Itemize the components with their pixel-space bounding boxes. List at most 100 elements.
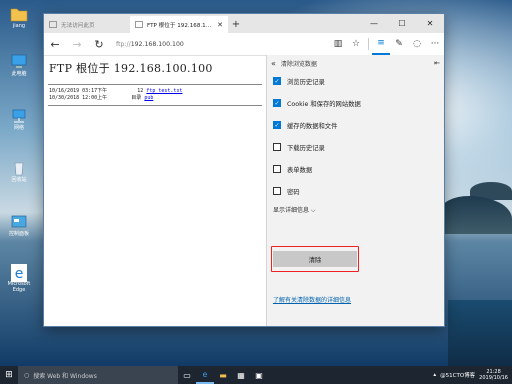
- share-icon[interactable]: ◌: [408, 33, 426, 55]
- option-passwords[interactable]: 密码: [267, 180, 444, 202]
- entry-time: 12:00上午: [82, 95, 108, 101]
- clock[interactable]: 21:28 2019/10/16: [479, 369, 508, 381]
- desktop-icon-label: 回收站: [11, 177, 27, 183]
- forward-button[interactable]: →: [66, 33, 88, 55]
- desktop-icon-label: 网络: [13, 125, 24, 131]
- desktop-icon-control-panel[interactable]: 控制面板: [4, 214, 34, 237]
- watermark-text: @51CTO博客: [440, 373, 476, 379]
- search-icon: ○: [24, 371, 30, 379]
- new-tab-button[interactable]: +: [228, 16, 244, 33]
- web-note-icon[interactable]: ✎: [390, 33, 408, 55]
- desktop-icon-label: 此电脑: [11, 71, 27, 77]
- reading-view-icon[interactable]: ▥: [329, 33, 347, 55]
- show-details-link[interactable]: 显示详细信息 ⌵: [267, 205, 444, 215]
- edge-icon: e: [10, 264, 28, 282]
- clear-browsing-data-panel: « 清除浏览数据 ⇤ ✓ 浏览历史记录 ✓ Cookie 和保存的网站数据 ✓ …: [266, 55, 444, 326]
- option-browsing-history[interactable]: ✓ 浏览历史记录: [267, 70, 444, 92]
- option-form-data[interactable]: 表单数据: [267, 158, 444, 180]
- learn-more-link[interactable]: 了解有关清除数据的详细信息: [273, 295, 351, 304]
- search-placeholder: 搜索 Web 和 Windows: [33, 372, 97, 380]
- tab-cannot-reach[interactable]: 无法访问此页: [44, 16, 130, 33]
- favorite-star-icon[interactable]: ☆: [347, 33, 365, 55]
- svg-text:e: e: [15, 266, 24, 282]
- system-tray: ▴ @51CTO博客 21:28 2019/10/16: [433, 369, 512, 381]
- entry-time: 03:17下午: [82, 88, 108, 94]
- desktop-icon-edge[interactable]: e Microsoft Edge: [4, 264, 34, 293]
- clock-date: 2019/10/16: [479, 375, 508, 381]
- edge-taskbar-icon[interactable]: e: [196, 366, 214, 384]
- terminal-icon[interactable]: ▣: [250, 366, 268, 384]
- tab-label: FTP 根位于 192.168.100.1: [147, 22, 214, 29]
- address-input[interactable]: ftp://192.168.100.100: [110, 33, 329, 55]
- toolbar-separator: [368, 38, 369, 50]
- desktop-icon-recycle-bin[interactable]: 回收站: [4, 160, 34, 183]
- option-label: Cookie 和保存的网站数据: [287, 100, 361, 108]
- more-icon[interactable]: ···: [426, 33, 444, 55]
- page-title: FTP 根位于 192.168.100.100: [49, 62, 213, 75]
- store-icon[interactable]: ▦: [232, 366, 250, 384]
- page-icon: [135, 21, 143, 28]
- island-shape: [440, 196, 512, 234]
- address-protocol: ftp://: [116, 40, 131, 48]
- water-shape: [448, 300, 512, 366]
- option-label: 浏览历史记录: [287, 78, 325, 86]
- option-label: 表单数据: [287, 166, 313, 174]
- entry-date: 10/30/2018: [49, 95, 80, 101]
- checkbox-checked-icon[interactable]: ✓: [273, 121, 281, 129]
- tab-bar: 无法访问此页 FTP 根位于 192.168.100.1 ✕ + — ☐ ✕: [44, 14, 444, 33]
- panel-back-icon[interactable]: «: [271, 59, 276, 68]
- taskbar-search[interactable]: ○ 搜索 Web 和 Windows: [18, 366, 178, 384]
- page-icon: [49, 21, 57, 28]
- close-tab-icon[interactable]: ✕: [217, 21, 223, 29]
- desktop-icon-user[interactable]: jiang: [4, 6, 34, 29]
- horizontal-rule: [48, 84, 262, 85]
- network-tray-icon[interactable]: ▴: [433, 372, 436, 378]
- pin-icon[interactable]: ⇤: [434, 59, 440, 67]
- option-cached-data[interactable]: ✓ 缓存的数据和文件: [267, 114, 444, 136]
- file-explorer-icon[interactable]: ▬: [214, 366, 232, 384]
- checkbox-checked-icon[interactable]: ✓: [273, 99, 281, 107]
- entry-size: 目录: [131, 95, 142, 101]
- edge-window: 无法访问此页 FTP 根位于 192.168.100.1 ✕ + — ☐ ✕ ←…: [44, 14, 444, 326]
- back-button[interactable]: ←: [44, 33, 66, 55]
- entry-date: 10/16/2019: [49, 88, 80, 94]
- control-panel-icon: [10, 214, 28, 230]
- desktop-icon-network[interactable]: 网络: [4, 108, 34, 131]
- start-button[interactable]: ⊞: [0, 366, 18, 384]
- task-view-icon[interactable]: ▭: [178, 366, 196, 384]
- desktop-icon-this-pc[interactable]: 此电脑: [4, 54, 34, 77]
- maximize-button[interactable]: ☐: [388, 14, 416, 33]
- panel-title: 清除浏览数据: [280, 60, 317, 68]
- page-content: FTP 根位于 192.168.100.100 10/16/2019 03:17…: [44, 55, 266, 326]
- option-label: 缓存的数据和文件: [287, 122, 338, 130]
- recycle-bin-icon: [10, 160, 28, 176]
- clear-button[interactable]: 清除: [273, 251, 357, 267]
- entry-link-pub[interactable]: pub: [144, 95, 153, 101]
- minimize-button[interactable]: —: [360, 14, 388, 33]
- folder-icon: [10, 6, 28, 22]
- checkbox-checked-icon[interactable]: ✓: [273, 77, 281, 85]
- computer-icon: [10, 54, 28, 70]
- desktop-icon-label: jiang: [12, 23, 26, 29]
- horizontal-rule: [48, 105, 262, 106]
- refresh-button[interactable]: ↻: [88, 33, 110, 55]
- close-window-button[interactable]: ✕: [416, 14, 444, 33]
- checkbox-unchecked-icon[interactable]: [273, 187, 281, 195]
- panel-header: « 清除浏览数据 ⇤: [267, 56, 444, 70]
- desktop-icon-label: Microsoft Edge: [7, 281, 31, 293]
- ftp-listing: 10/16/2019 03:17下午 12 ftp test.txt 10/30…: [49, 88, 266, 102]
- hub-icon[interactable]: ≡: [372, 33, 390, 55]
- option-download-history[interactable]: 下载历史记录: [267, 136, 444, 158]
- checkbox-unchecked-icon[interactable]: [273, 165, 281, 173]
- address-bar-row: ← → ↻ ftp://192.168.100.100 ▥ ☆ ≡ ✎ ◌ ··…: [44, 33, 444, 56]
- desktop-icon-label: 控制面板: [8, 231, 29, 237]
- option-label: 下载历史记录: [287, 144, 325, 152]
- checkbox-unchecked-icon[interactable]: [273, 143, 281, 151]
- tab-ftp-root[interactable]: FTP 根位于 192.168.100.1 ✕: [130, 16, 228, 33]
- tab-label: 无法访问此页: [61, 22, 95, 29]
- option-cookies[interactable]: ✓ Cookie 和保存的网站数据: [267, 92, 444, 114]
- entry-link-ftp-test[interactable]: ftp test.txt: [146, 88, 182, 94]
- entry-size: 12: [137, 88, 144, 94]
- taskbar: ⊞ ○ 搜索 Web 和 Windows ▭ e ▬ ▦ ▣ ▴ @51CTO博…: [0, 366, 512, 384]
- option-label: 密码: [287, 188, 300, 196]
